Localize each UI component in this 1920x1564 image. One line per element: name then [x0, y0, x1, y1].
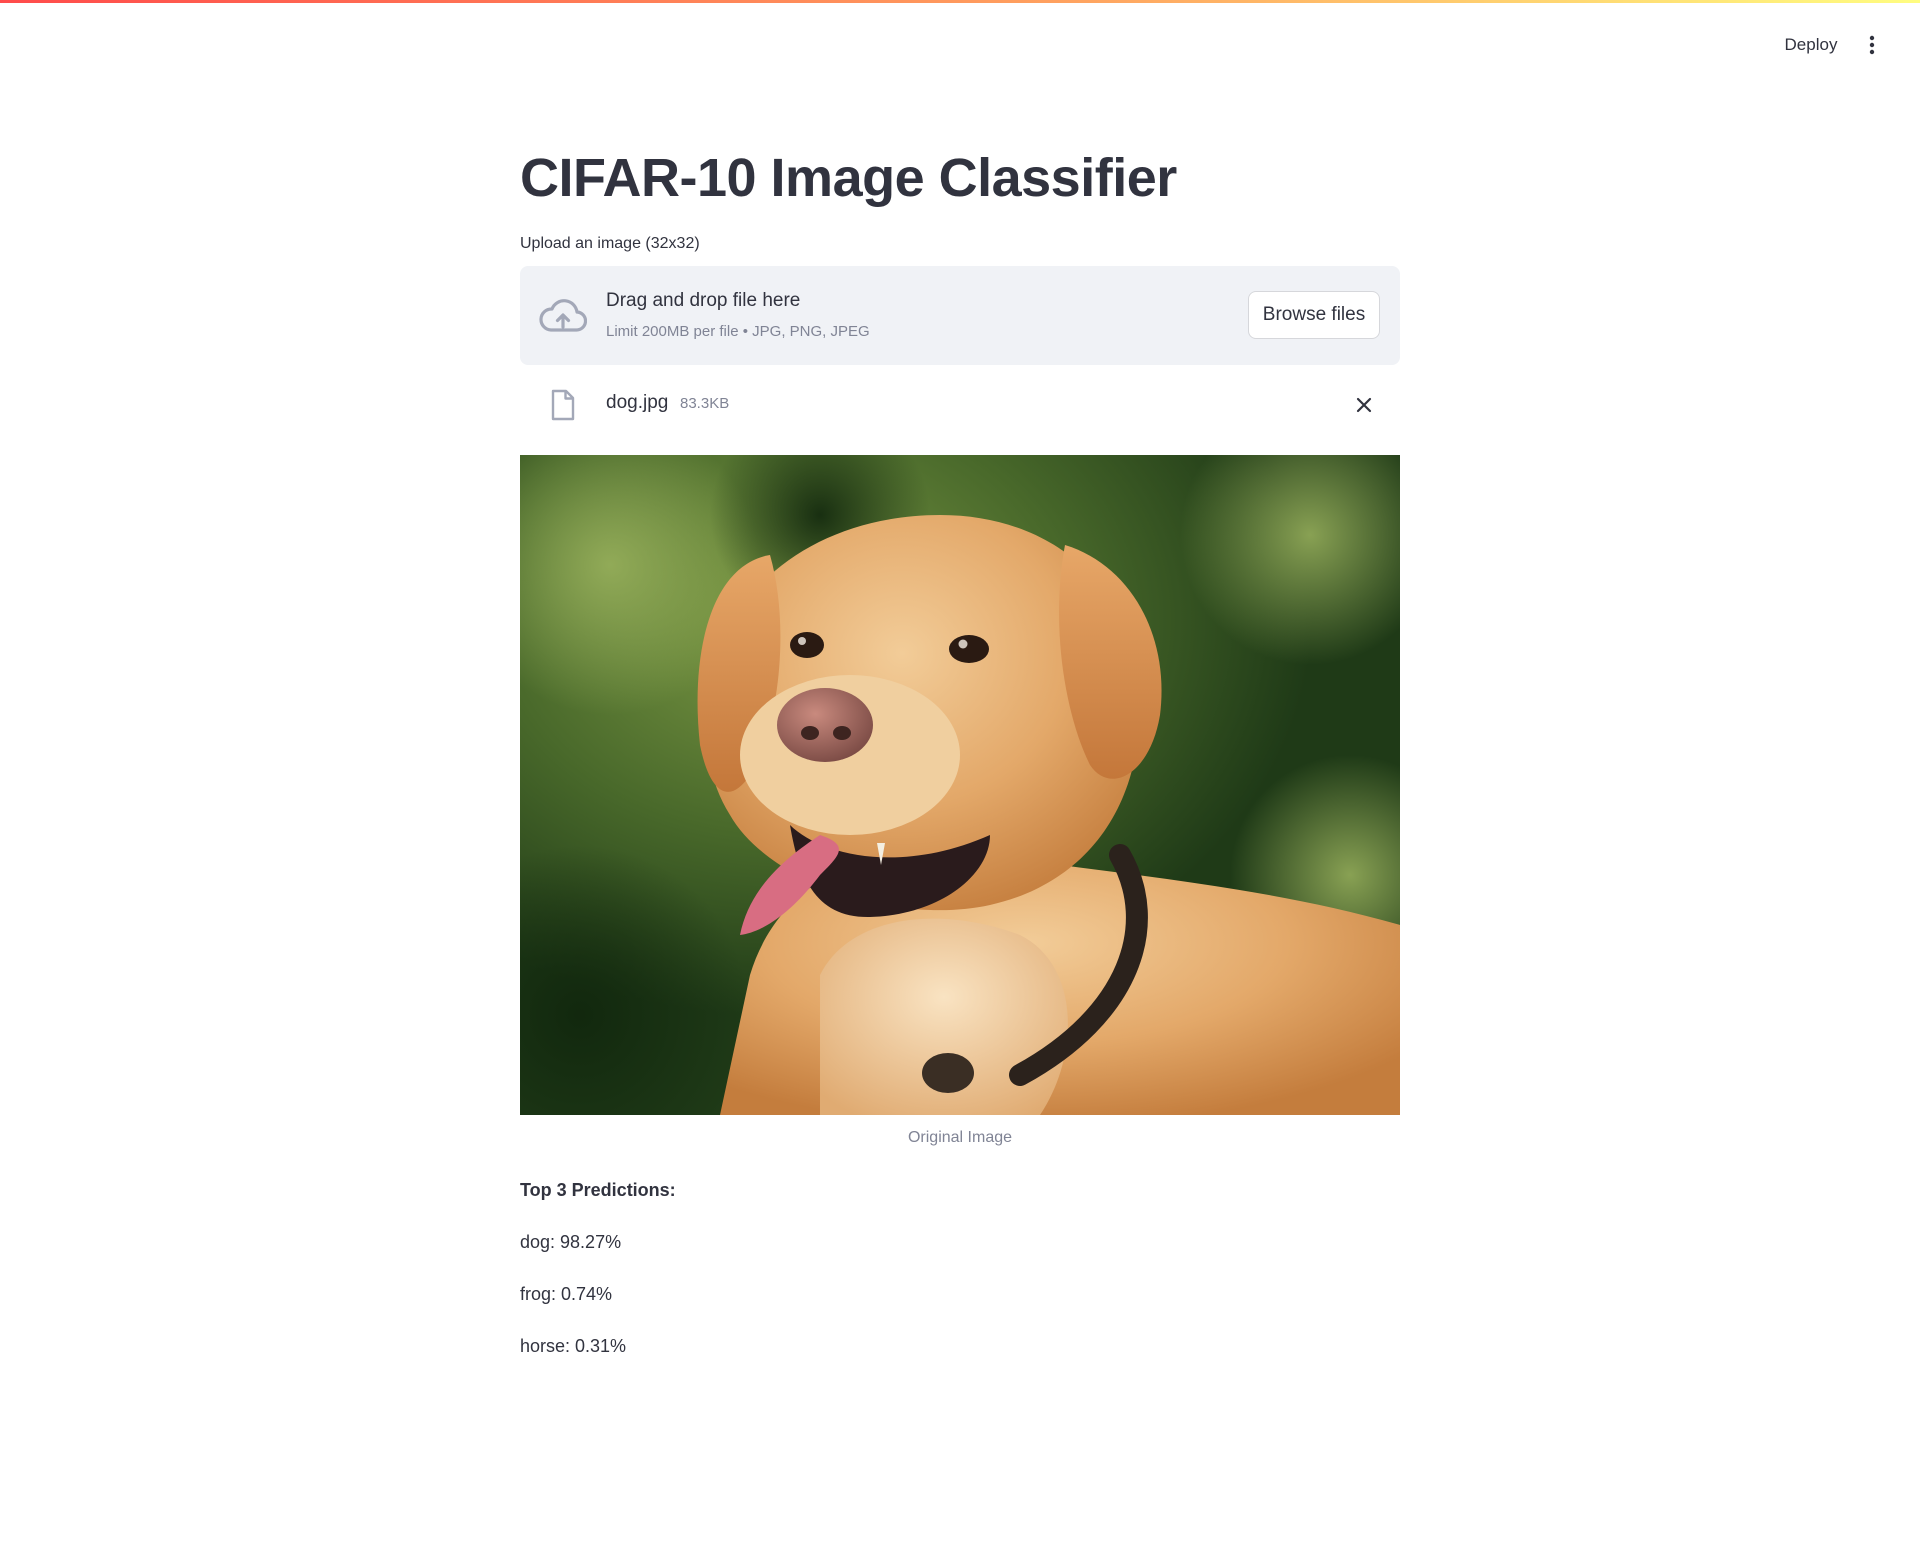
close-icon [1356, 397, 1372, 413]
prediction-item: horse: 0.31% [520, 1336, 627, 1356]
predictions-heading: Top 3 Predictions: [520, 1180, 676, 1200]
dropzone-limit-text: Limit 200MB per file • JPG, PNG, JPEG [606, 323, 870, 340]
prediction-item: frog: 0.74% [520, 1284, 613, 1304]
uploader-label: Upload an image (32x32) [520, 235, 700, 252]
dog-photo [520, 455, 1400, 1115]
image-caption: Original Image [907, 1129, 1013, 1146]
uploaded-file-row: dog.jpg 83.3KB [520, 385, 1400, 425]
deploy-button[interactable]: Deploy [1768, 31, 1854, 59]
cloud-upload-icon [539, 299, 587, 332]
uploaded-image [520, 455, 1400, 1115]
file-dropzone[interactable]: Drag and drop file here Limit 200MB per … [520, 266, 1400, 365]
browse-files-button[interactable]: Browse files [1248, 291, 1380, 339]
uploaded-file-name: dog.jpg [606, 392, 669, 413]
top-decoration-bar [0, 0, 1920, 3]
prediction-item: dog: 98.27% [520, 1232, 622, 1252]
vertical-ellipsis-icon [1869, 35, 1875, 55]
uploaded-file-size: 83.3KB [680, 395, 730, 412]
page-title: CIFAR-10 Image Classifier [520, 148, 1177, 208]
remove-file-button[interactable] [1350, 391, 1378, 419]
main-menu-button[interactable] [1858, 28, 1886, 62]
dropzone-instruction: Drag and drop file here [606, 290, 801, 311]
file-icon [551, 389, 575, 421]
